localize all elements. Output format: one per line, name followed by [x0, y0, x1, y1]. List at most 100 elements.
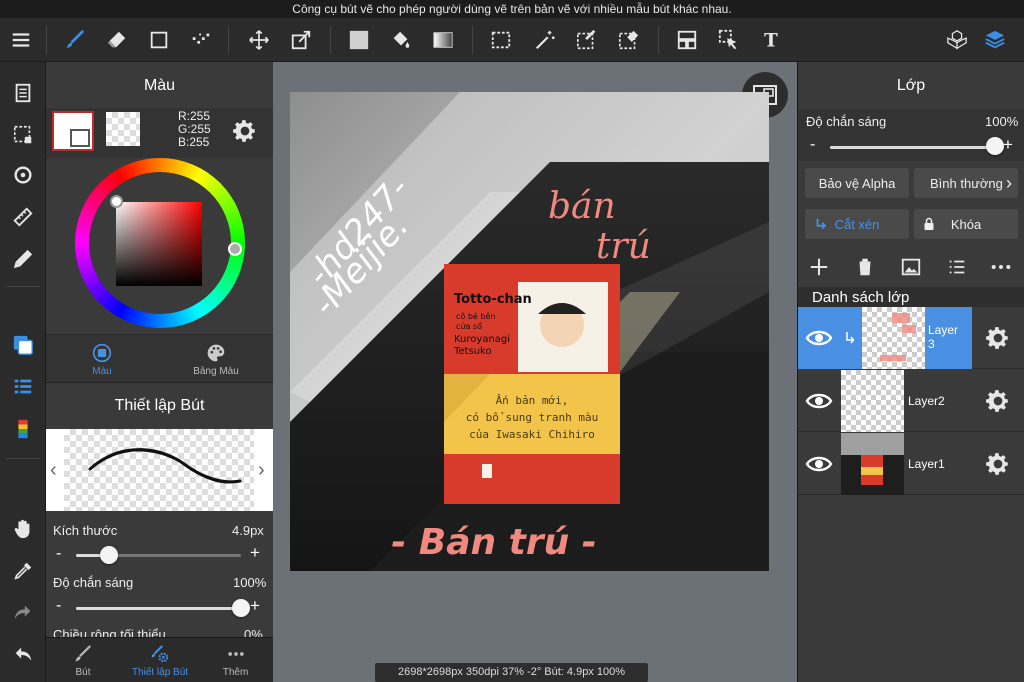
book-author: Kuroyanagi — [454, 334, 510, 345]
artwork-canvas[interactable]: Totto-chan cô bé bên cửa sổ Kuroyanagi T… — [290, 92, 769, 571]
layer2-visibility-eye-icon[interactable] — [805, 391, 833, 411]
layer3-thumbnail — [862, 307, 925, 369]
operation-tool-icon[interactable] — [714, 25, 744, 55]
layer1-name: Layer1 — [908, 457, 945, 471]
brush-tool-icon[interactable] — [60, 25, 90, 55]
hue-picker-handle[interactable] — [228, 242, 242, 256]
layer3-visibility-toggle[interactable] — [798, 307, 840, 369]
tab-more[interactable]: Thêm — [198, 638, 273, 682]
gradient-tool-icon[interactable] — [428, 25, 458, 55]
preview-next-chevron-icon[interactable]: › — [258, 459, 265, 482]
color-settings-gear-icon[interactable] — [232, 118, 258, 144]
brush-opacity-fill — [76, 607, 241, 610]
magic-wand-icon[interactable] — [530, 25, 560, 55]
text-tool-icon[interactable]: T — [756, 25, 786, 55]
add-layer-icon[interactable] — [808, 256, 830, 278]
bottom-title-text: - Bán trú - — [391, 522, 596, 563]
tab-brush-settings[interactable]: Thiết lập Bút — [122, 638, 198, 682]
transform-tool-icon[interactable] — [286, 25, 316, 55]
brush-opacity-plus-icon[interactable]: + — [250, 596, 260, 616]
move-tool-icon[interactable] — [244, 25, 274, 55]
ruler-icon[interactable] — [8, 202, 38, 232]
tab-brush[interactable]: Bút — [46, 638, 120, 682]
redo-icon[interactable] — [8, 598, 38, 628]
brush-opacity-label: Độ chắn sáng — [53, 575, 134, 590]
select-tool-icon[interactable] — [486, 25, 516, 55]
layer-row-2[interactable]: Layer2 — [798, 370, 1024, 432]
top-toolbar: T — [0, 18, 1024, 62]
brush-opacity-knob[interactable] — [232, 599, 250, 617]
menu-icon[interactable] — [6, 25, 36, 55]
app-window: Công cụ bút vẽ cho phép người dùng vẽ tr… — [0, 0, 1024, 682]
eraser-tool-icon[interactable] — [102, 25, 132, 55]
materials-icon[interactable] — [942, 25, 972, 55]
snap-icon[interactable] — [8, 160, 38, 190]
size-plus-icon[interactable]: + — [250, 543, 260, 563]
brush-opacity-minus-icon[interactable]: - — [56, 597, 61, 615]
layer-row-3[interactable]: Layer 3 — [798, 307, 1024, 369]
layer-list-icon[interactable] — [8, 372, 38, 402]
sv-picker-handle[interactable] — [110, 195, 123, 208]
bucket-tool-icon[interactable] — [386, 25, 416, 55]
selection-layer-icon[interactable] — [8, 120, 38, 150]
frame-divider-icon[interactable] — [672, 25, 702, 55]
delete-layer-icon[interactable] — [854, 256, 876, 278]
rgb-readout: R:255 G:255 B:255 — [178, 110, 211, 149]
lock-label: Khóa — [950, 216, 982, 232]
transparent-color-swatch[interactable] — [106, 112, 140, 146]
palette-icon — [207, 344, 225, 362]
lock-icon — [924, 217, 934, 230]
foreground-color-swatch[interactable] — [52, 111, 94, 151]
rgb-b: B:255 — [178, 135, 210, 149]
brush-settings-panel: Thiết lập Bút ‹ › Kích thước 4.9px - + Đ… — [46, 382, 273, 637]
layer2-name: Layer2 — [908, 394, 945, 408]
layers-icon[interactable] — [980, 25, 1010, 55]
clipping-button[interactable]: Cắt xén — [805, 209, 909, 239]
rectangle-tool-icon[interactable] — [144, 25, 174, 55]
pages-icon[interactable] — [8, 78, 38, 108]
tab-color[interactable]: Màu — [66, 338, 138, 382]
layer-panel: Lớp Độ chắn sáng 100% - + Bảo vệ Alpha B… — [797, 62, 1024, 682]
layer2-settings-gear-icon[interactable] — [985, 388, 1011, 414]
color-palette-strip-icon[interactable] — [8, 414, 38, 444]
layer-opacity-fill — [830, 146, 995, 149]
book-sub1: cô bé bên — [456, 311, 495, 321]
layer-opacity-knob[interactable] — [986, 137, 1004, 155]
layer-list-menu-icon[interactable] — [946, 256, 968, 278]
book-author2: Tetsuko — [453, 346, 492, 357]
layer-opacity-minus-icon[interactable]: - — [810, 136, 815, 154]
layer-more-icon[interactable] — [990, 256, 1012, 278]
tab-palette[interactable]: Bảng Màu — [180, 338, 252, 382]
pen-correction-icon[interactable] — [8, 244, 38, 274]
layer-row-1[interactable]: Layer1 — [798, 433, 1024, 495]
protect-alpha-button[interactable]: Bảo vệ Alpha — [805, 168, 909, 198]
undo-icon[interactable] — [8, 640, 38, 670]
more-dots-icon — [227, 651, 244, 656]
size-slider-knob[interactable] — [100, 546, 118, 564]
size-label: Kích thước — [53, 523, 118, 538]
dot-line-tool-icon[interactable] — [186, 25, 216, 55]
fill-color-icon[interactable] — [344, 25, 374, 55]
band-line2: có bổ sung tranh màu — [466, 411, 598, 424]
image-layer-icon[interactable] — [900, 256, 922, 278]
eyedropper-icon[interactable] — [8, 556, 38, 586]
layer1-thumbnail — [841, 433, 904, 495]
saturation-value-square[interactable] — [116, 202, 202, 286]
color-swatch-icon[interactable] — [8, 330, 38, 360]
layer3-settings-gear-icon[interactable] — [985, 325, 1011, 351]
layer-list-header: Danh sách lớp — [798, 287, 1024, 307]
select-eraser-icon[interactable] — [614, 25, 644, 55]
tab-brush-label: Bút — [75, 666, 91, 678]
hand-tool-icon[interactable] — [8, 514, 38, 544]
select-pen-icon[interactable] — [572, 25, 602, 55]
blend-mode-button[interactable]: Bình thường › — [914, 168, 1018, 198]
layer1-visibility-eye-icon[interactable] — [805, 454, 833, 474]
preview-prev-chevron-icon[interactable]: ‹ — [50, 459, 57, 482]
lock-button[interactable]: Khóa — [914, 209, 1018, 239]
layer1-settings-gear-icon[interactable] — [985, 451, 1011, 477]
layer-opacity-plus-icon[interactable]: + — [1003, 135, 1013, 155]
layer-opacity-value: 100% — [985, 114, 1019, 129]
title-text-a: bán — [548, 186, 616, 227]
brush-settings-title: Thiết lập Bút — [114, 397, 205, 414]
size-minus-icon[interactable]: - — [56, 545, 61, 563]
